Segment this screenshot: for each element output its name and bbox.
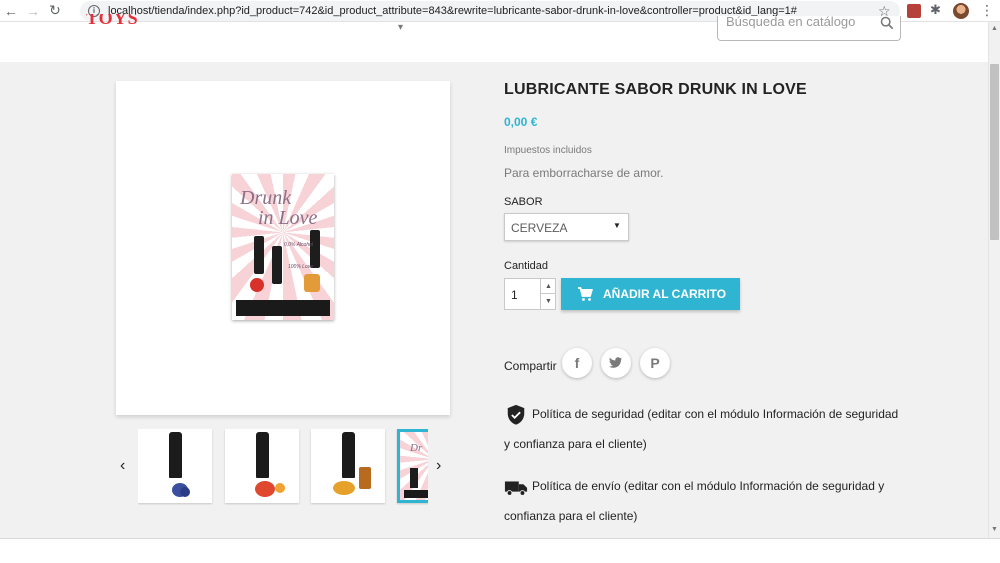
scrollbar-thumb[interactable]: [990, 64, 999, 240]
chevron-right-icon[interactable]: ›: [436, 457, 441, 475]
shopping-cart-icon: [578, 287, 593, 301]
product-cover-image[interactable]: Drunk in Love 0,0% Alcohol 100% Love: [116, 81, 450, 415]
share-label: Compartir: [504, 359, 557, 373]
reassurance-shipping-text: Política de envío (editar con el módulo …: [504, 479, 885, 523]
search-box[interactable]: Búsqueda en catálogo: [717, 14, 901, 41]
product-price: 0,00 €: [504, 115, 538, 129]
variant-label: SABOR: [504, 196, 543, 208]
product-short-description: Para emborracharse de amor.: [504, 166, 664, 180]
search-input[interactable]: Búsqueda en catálogo: [726, 14, 855, 29]
reassurance-shipping: Política de envío (editar con el módulo …: [504, 471, 904, 531]
forward-icon[interactable]: →: [22, 0, 44, 22]
quantity-input[interactable]: 1: [511, 288, 518, 302]
reassurance-security-text: Política de seguridad (editar con el mód…: [504, 407, 899, 451]
scroll-down-icon[interactable]: ▼: [991, 526, 998, 533]
product-page: Drunk in Love 0,0% Alcohol 100% Love ‹ D…: [0, 62, 988, 538]
bottom-area: [0, 538, 1000, 563]
chevron-left-icon[interactable]: ‹: [120, 457, 125, 475]
chevron-down-icon[interactable]: ▾: [398, 22, 403, 33]
reload-icon[interactable]: ↻: [44, 0, 66, 22]
shield-check-icon: [507, 404, 525, 425]
thumbnail-strawberry[interactable]: [225, 429, 299, 503]
scroll-up-icon[interactable]: ▲: [991, 25, 998, 32]
thumbnail-poster-selected[interactable]: Dr: [397, 429, 428, 503]
facebook-share-icon[interactable]: f: [562, 348, 592, 378]
pdf-extension-icon[interactable]: [907, 4, 921, 18]
quantity-stepper[interactable]: 1 ▲ ▼: [504, 278, 556, 310]
profile-avatar[interactable]: [953, 3, 969, 19]
add-to-cart-button[interactable]: AÑADIR AL CARRITO: [561, 278, 740, 310]
pinterest-share-icon[interactable]: P: [640, 348, 670, 378]
extensions-puzzle-icon[interactable]: ✱: [930, 2, 944, 17]
quantity-label: Cantidad: [504, 260, 549, 272]
search-icon[interactable]: [880, 16, 894, 30]
reassurance-security: Política de seguridad (editar con el mód…: [504, 399, 904, 459]
poster-title: Drunk in Love: [240, 187, 318, 229]
product-title: LUBRICANTE SABOR DRUNK IN LOVE: [504, 81, 807, 98]
product-poster-image: Drunk in Love 0,0% Alcohol 100% Love: [232, 174, 334, 320]
thumbnail-lemon[interactable]: [311, 429, 385, 503]
tax-note: Impuestos incluidos: [504, 145, 592, 156]
flavor-select[interactable]: CERVEZA ▼: [504, 213, 629, 241]
back-icon[interactable]: ←: [0, 0, 22, 22]
shop-logo[interactable]: TOYS EXOTICAS: [86, 14, 198, 28]
select-caret-icon[interactable]: ▼: [613, 221, 621, 230]
add-to-cart-label: AÑADIR AL CARRITO: [603, 287, 727, 301]
increment-icon[interactable]: ▲: [540, 279, 556, 294]
truck-icon: [504, 481, 528, 496]
browser-menu-icon[interactable]: ⋮: [980, 3, 994, 17]
product-thumbnails: Dr: [138, 429, 428, 505]
thumbnail-blueberry[interactable]: [138, 429, 212, 503]
decrement-icon[interactable]: ▼: [540, 294, 556, 309]
url-text[interactable]: localhost/tienda/index.php?id_product=74…: [108, 5, 797, 17]
shop-header: TOYS EXOTICAS ▾ Búsqueda en catálogo: [0, 14, 988, 62]
twitter-share-icon[interactable]: [601, 348, 631, 378]
flavor-select-value[interactable]: CERVEZA: [511, 221, 567, 235]
